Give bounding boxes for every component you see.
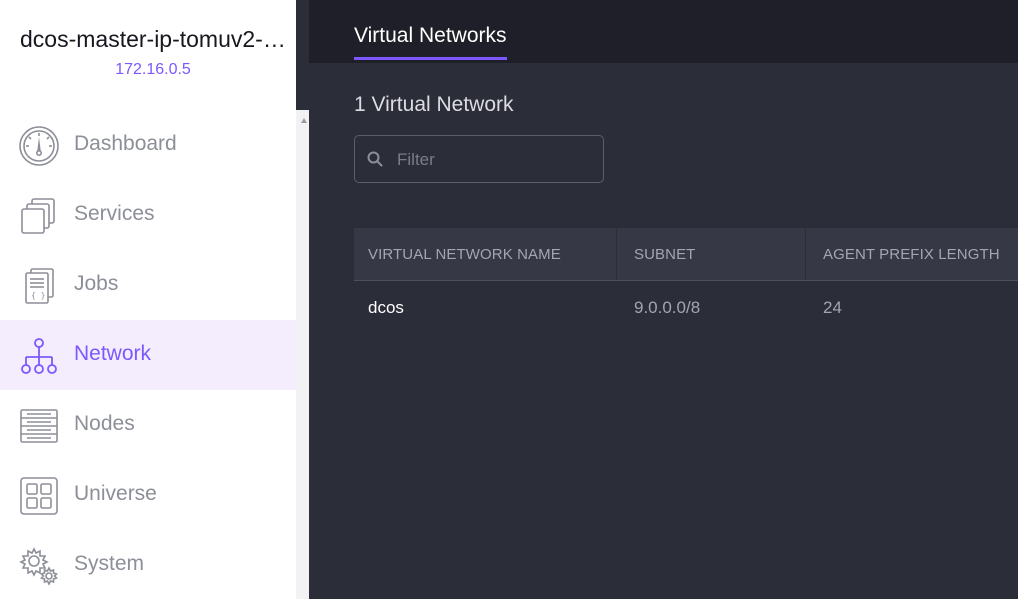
sidebar-item-label: System — [74, 552, 145, 575]
column-header-name[interactable]: VIRTUAL NETWORK NAME — [368, 246, 561, 263]
table-header: VIRTUAL NETWORK NAME SUBNET AGENT PREFIX… — [354, 228, 1018, 281]
sidebar-item-dashboard[interactable]: Dashboard — [0, 110, 296, 180]
cluster-header[interactable]: dcos-master-ip-tomuv2-20180213-0758 172.… — [0, 0, 296, 110]
filter-input[interactable] — [395, 146, 599, 174]
scroll-up-arrow-icon[interactable] — [301, 118, 307, 123]
main-content: Virtual Networks 1 Virtual Network VIRTU… — [309, 0, 1018, 599]
page-title: 1 Virtual Network — [354, 93, 514, 116]
sidebar-item-label: Network — [74, 342, 152, 365]
sidebar-item-system[interactable]: System — [0, 530, 296, 599]
tab-virtual-networks[interactable]: Virtual Networks — [354, 24, 507, 60]
sidebar-scrollbar[interactable] — [296, 110, 309, 599]
universe-grid-icon — [18, 475, 60, 517]
svg-text:{ }: { } — [31, 291, 45, 300]
sidebar-item-label: Services — [74, 202, 155, 225]
network-subnet: 9.0.0.0/8 — [634, 298, 701, 317]
networks-table: VIRTUAL NETWORK NAME SUBNET AGENT PREFIX… — [354, 228, 1018, 333]
sidebar-item-label: Jobs — [74, 272, 119, 295]
filter-field[interactable] — [354, 135, 604, 183]
services-stack-icon — [18, 195, 60, 237]
nodes-server-icon — [18, 405, 60, 447]
network-agent-prefix: 24 — [823, 298, 842, 317]
column-divider — [805, 228, 806, 280]
sidebar-item-label: Nodes — [74, 412, 135, 435]
network-name-link[interactable]: dcos — [368, 298, 404, 318]
sidebar-item-jobs[interactable]: { } Jobs — [0, 250, 296, 320]
sidebar-item-services[interactable]: Services — [0, 180, 296, 250]
column-divider — [616, 228, 617, 280]
column-header-agent-prefix[interactable]: AGENT PREFIX LENGTH — [823, 246, 1000, 263]
cluster-name: dcos-master-ip-tomuv2-20180213-0758 — [20, 26, 288, 52]
sidebar: dcos-master-ip-tomuv2-20180213-0758 172.… — [0, 0, 296, 599]
page-header: Virtual Networks — [309, 0, 1018, 63]
sidebar-item-universe[interactable]: Universe — [0, 460, 296, 530]
cluster-ip: 172.16.0.5 — [115, 61, 191, 78]
search-icon — [366, 150, 384, 168]
table-row[interactable]: dcos 9.0.0.0/8 24 — [354, 281, 1018, 333]
network-tree-icon — [18, 335, 60, 377]
jobs-document-icon: { } — [18, 265, 60, 307]
sidebar-item-nodes[interactable]: Nodes — [0, 390, 296, 460]
sidebar-item-label: Universe — [74, 482, 157, 505]
sidebar-item-label: Dashboard — [74, 132, 177, 155]
system-gears-icon — [18, 545, 60, 587]
dashboard-gauge-icon — [18, 125, 60, 167]
column-header-subnet[interactable]: SUBNET — [634, 246, 695, 263]
sidebar-item-network[interactable]: Network — [0, 320, 296, 390]
app-window: dcos-master-ip-tomuv2-20180213-0758 172.… — [0, 0, 1018, 599]
